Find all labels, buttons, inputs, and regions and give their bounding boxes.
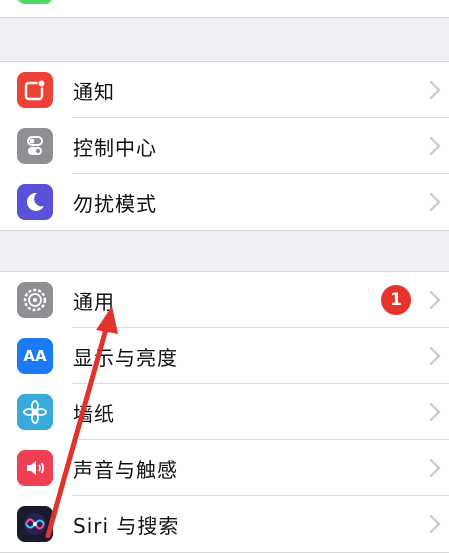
siri-icon [17,506,53,542]
chevron-right-icon [429,514,441,534]
settings-row-label: Siri 与搜索 [73,513,180,538]
control-center-icon [17,128,53,164]
chevron-right-icon [429,80,441,100]
settings-row-label: 显示与亮度 [73,345,178,370]
settings-row-general[interactable]: 通用 1 [0,272,449,328]
display-brightness-icon: AA [17,338,53,374]
settings-row-label: 控制中心 [73,135,157,160]
wallpaper-icon [17,394,53,430]
chevron-right-icon [429,290,441,310]
settings-row-control-center[interactable]: 控制中心 [0,118,449,174]
settings-row-siri[interactable]: Siri 与搜索 [0,496,449,552]
settings-row-display[interactable]: AA 显示与亮度 [0,328,449,384]
do-not-disturb-icon [17,184,53,220]
settings-group-notifications: 通知 控制中心 勿扰模式 [0,61,449,231]
chevron-right-icon [429,192,441,212]
settings-row-label: 声音与触感 [73,457,178,482]
settings-row-label: 通用 [73,289,115,314]
notifications-icon [17,72,53,108]
settings-row-label: 墙纸 [73,401,115,426]
settings-row-do-not-disturb[interactable]: 勿扰模式 [0,174,449,230]
settings-row-wallpaper[interactable]: 墙纸 [0,384,449,440]
settings-row-label: 通知 [73,79,115,104]
settings-row-label: 勿扰模式 [73,191,157,216]
settings-row-notifications[interactable]: 通知 [0,62,449,118]
settings-group-general: 通用 1 AA 显示与亮度 墙纸 声音与触感 Siri 与搜索 [0,271,449,553]
chevron-right-icon [429,458,441,478]
chevron-right-icon [429,346,441,366]
general-gear-icon [17,282,53,318]
settings-group-top [0,0,449,18]
sounds-icon [17,450,53,486]
chevron-right-icon [429,136,441,156]
partial-app-icon [17,0,53,4]
notification-badge: 1 [381,285,411,315]
settings-row-sounds[interactable]: 声音与触感 [0,440,449,496]
chevron-right-icon [429,402,441,422]
display-icon-text: AA [23,347,47,365]
